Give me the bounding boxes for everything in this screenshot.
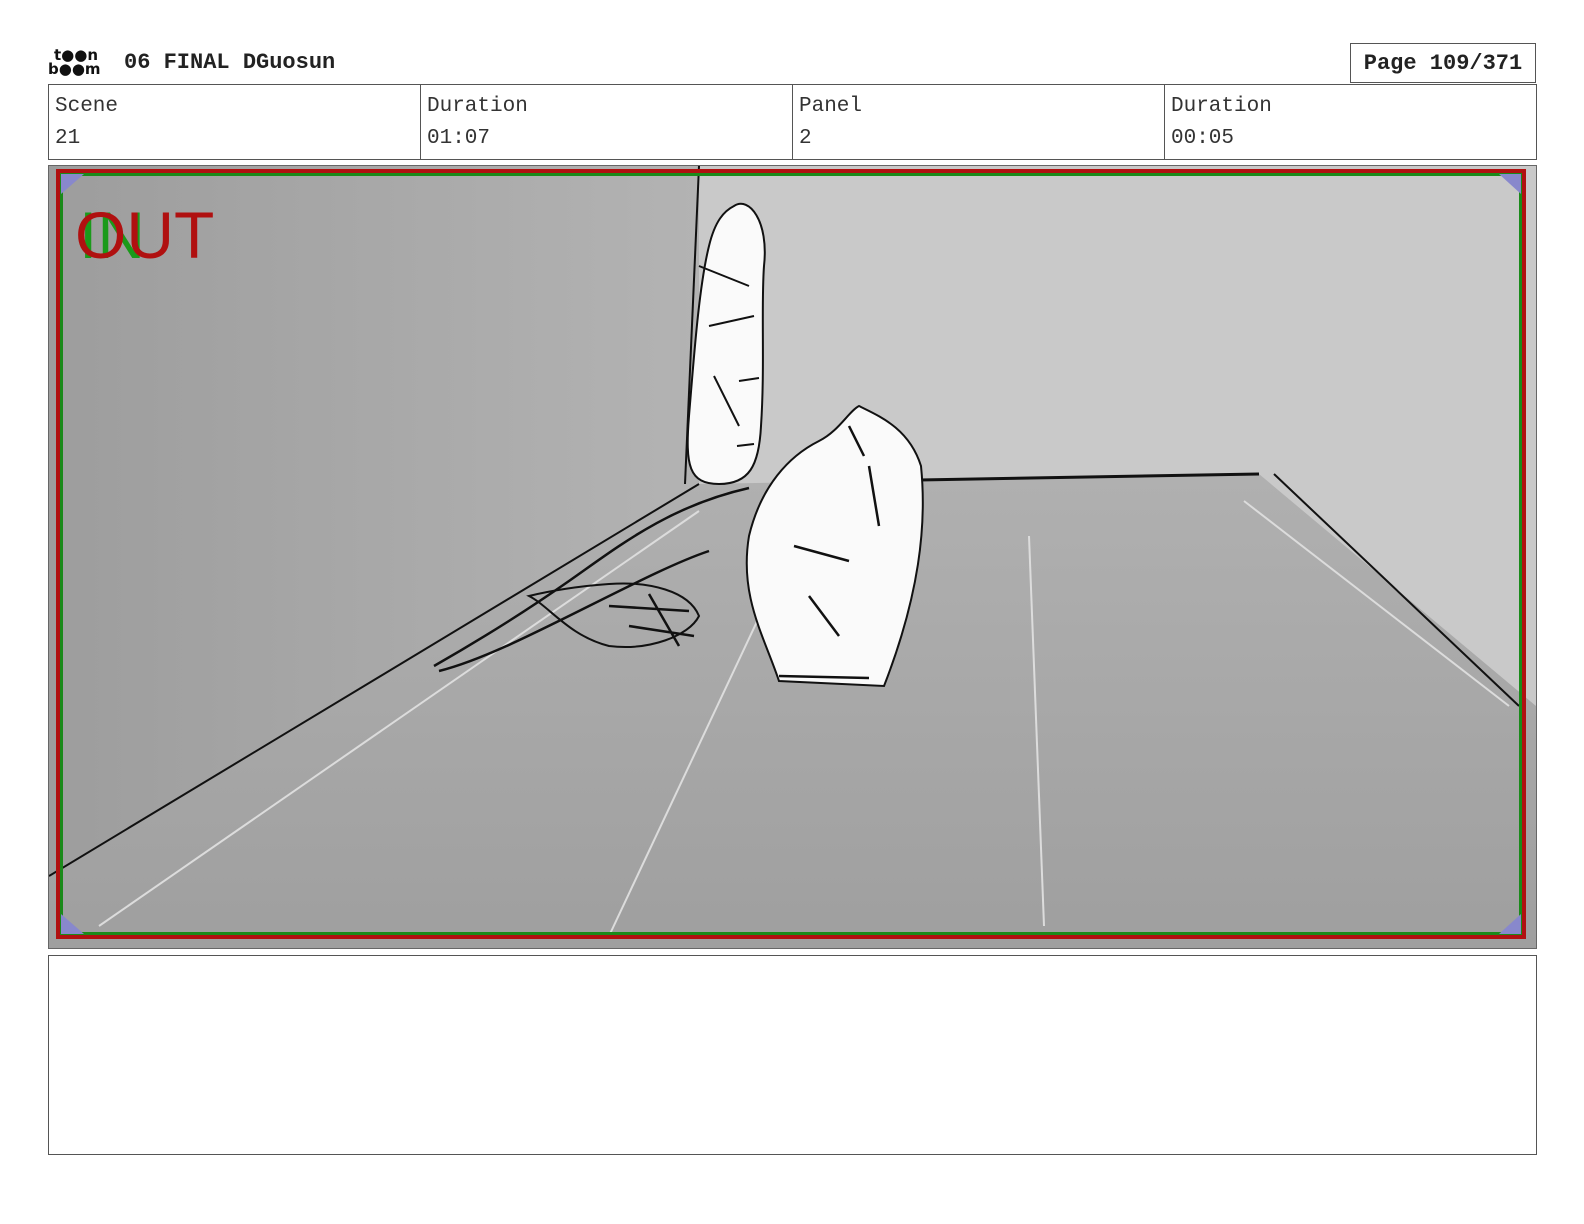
scene-duration-label: Duration [427, 95, 528, 118]
panel-cell: Panel 2 [793, 85, 1165, 159]
scene-value: 21 [55, 127, 81, 150]
scene-duration-value: 01:07 [427, 127, 491, 150]
panel-value: 2 [799, 127, 812, 150]
logo-line-2: b●●m [48, 60, 101, 78]
panel-info-table: Scene 21 Duration 01:07 Panel 2 Duration… [48, 84, 1537, 160]
page-indicator: Page 109/371 [1350, 43, 1536, 83]
storyboard-sketch: IN OUT [49, 166, 1536, 948]
panel-duration-label: Duration [1171, 95, 1272, 118]
scene-cell: Scene 21 [49, 85, 421, 159]
panel-label: Panel [799, 95, 863, 118]
panel-duration-cell: Duration 00:05 [1165, 85, 1536, 159]
scene-duration-cell: Duration 01:07 [421, 85, 793, 159]
storyboard-panel-image: IN OUT [48, 165, 1537, 949]
toonboom-logo: t●●n b●●m [48, 48, 106, 80]
panel-duration-value: 00:05 [1171, 127, 1235, 150]
out-label: OUT [75, 198, 214, 272]
notes-box [48, 955, 1537, 1155]
scene-label: Scene [55, 95, 119, 118]
document-title: 06 FINAL DGuosun [124, 50, 336, 75]
